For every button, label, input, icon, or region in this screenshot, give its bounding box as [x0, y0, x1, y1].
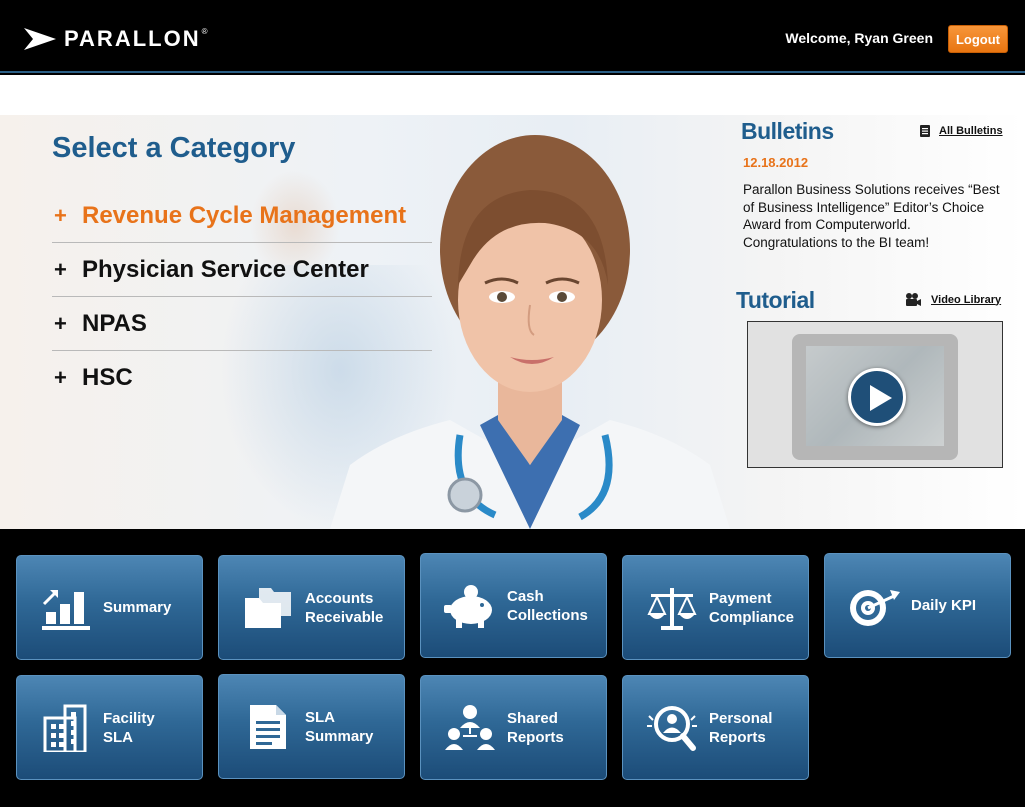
category-physician-service-center[interactable]: + Physician Service Center: [52, 243, 432, 297]
category-npas[interactable]: + NPAS: [52, 297, 432, 351]
tile-label: Cash Collections: [507, 587, 588, 624]
building-icon: [43, 704, 87, 752]
category-label: NPAS: [82, 309, 147, 337]
category-label: Revenue Cycle Management: [82, 201, 407, 229]
expand-icon: +: [54, 365, 67, 390]
tutorial-title: Tutorial: [736, 287, 815, 313]
report-tiles: Summary Accounts Receivable Cash Collect…: [0, 529, 1025, 807]
tutorial-video[interactable]: [747, 321, 1003, 468]
tile-label: Payment Compliance: [709, 589, 795, 626]
expand-icon: +: [54, 256, 67, 282]
tile-label: Daily KPI: [911, 597, 977, 614]
piggy-bank-icon: [444, 584, 492, 628]
tile-shared-reports[interactable]: Shared Reports: [420, 675, 607, 780]
video-library-label: Video Library: [931, 293, 1002, 306]
play-icon: [870, 385, 892, 411]
category-list: + Revenue Cycle Management + Physician S…: [52, 189, 432, 405]
bulletin-text: Parallon Business Solutions receives “Be…: [743, 182, 1000, 250]
welcome-message: Welcome, Ryan Green: [785, 30, 933, 46]
all-bulletins-link[interactable]: All Bulletins: [920, 125, 1003, 137]
bar-chart-icon: [42, 589, 90, 630]
tile-summary[interactable]: Summary: [16, 555, 203, 660]
category-label: Physician Service Center: [82, 255, 369, 283]
category-revenue-cycle-management[interactable]: + Revenue Cycle Management: [52, 189, 432, 243]
tile-accounts-receivable[interactable]: Accounts Receivable: [218, 555, 405, 660]
all-bulletins-label: All Bulletins: [939, 125, 1003, 137]
tile-personal-reports[interactable]: Personal Reports: [622, 675, 809, 780]
person-search-icon: [647, 705, 697, 751]
play-button[interactable]: [848, 368, 906, 426]
registered-mark: ®: [201, 26, 208, 36]
brand-name: PARALLON: [64, 26, 201, 51]
tile-label: SLA Summary: [305, 708, 374, 745]
tile-label: Shared Reports: [507, 709, 564, 746]
scales-icon: [647, 587, 697, 630]
tile-daily-kpi[interactable]: Daily KPI: [824, 553, 1011, 658]
camera-icon: [906, 293, 921, 306]
top-bar: PARALLON ® Welcome, Ryan Green Logout: [0, 0, 1025, 73]
tile-label: Personal Reports: [709, 709, 773, 746]
tile-facility-sla[interactable]: Facility SLA: [16, 675, 203, 780]
bulletin-date: 12.18.2012: [743, 155, 809, 170]
select-category-title: Select a Category: [52, 132, 296, 164]
folders-icon: [245, 587, 291, 628]
document-icon: [250, 704, 286, 749]
tile-label: Accounts Receivable: [305, 589, 384, 626]
expand-icon: +: [54, 202, 67, 228]
tile-cash-collections[interactable]: Cash Collections: [420, 553, 607, 658]
hero-section: Select a Category + Revenue Cycle Manage…: [0, 75, 1025, 529]
expand-icon: +: [54, 310, 67, 336]
tile-label: Summary: [103, 599, 172, 616]
bulletins-title: Bulletins: [741, 118, 834, 144]
category-hsc[interactable]: + HSC: [52, 351, 432, 405]
video-library-link[interactable]: Video Library: [905, 293, 1001, 306]
team-icon: [445, 704, 495, 750]
document-icon: [920, 125, 930, 137]
category-label: HSC: [82, 364, 133, 391]
tile-sla-summary[interactable]: SLA Summary: [218, 674, 405, 779]
parallon-logo[interactable]: PARALLON ®: [24, 24, 208, 54]
parallon-arrow-icon: [24, 28, 56, 50]
tile-label: Facility SLA: [103, 709, 155, 746]
logout-button[interactable]: Logout: [948, 25, 1008, 53]
tile-payment-compliance[interactable]: Payment Compliance: [622, 555, 809, 660]
target-icon: [850, 589, 900, 626]
